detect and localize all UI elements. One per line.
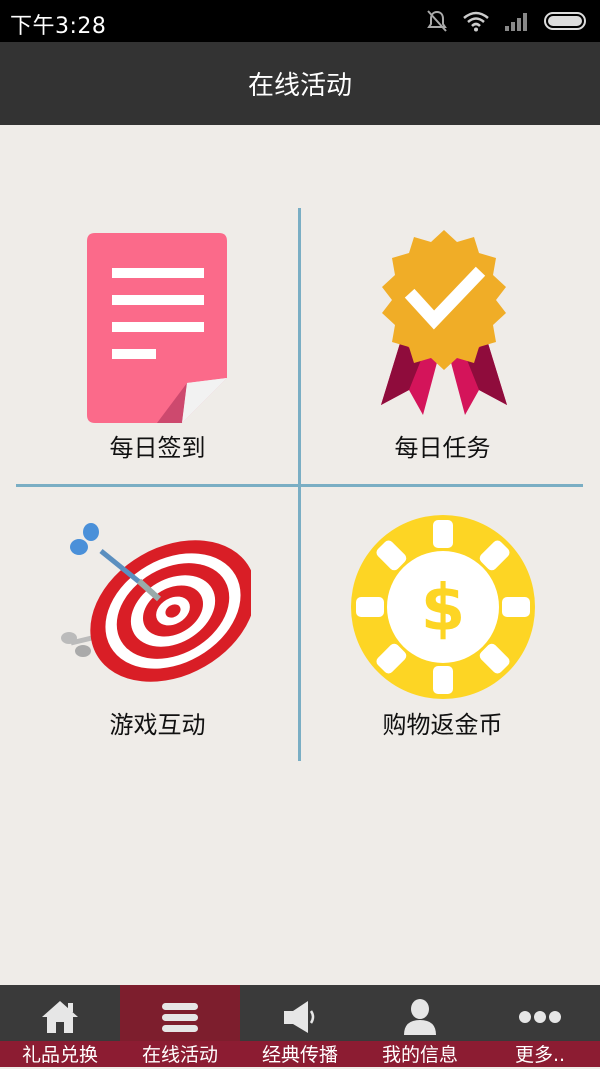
coin-icon: $: [350, 514, 536, 704]
more-icon: [518, 997, 562, 1037]
badge-check-icon: [371, 230, 517, 424]
app-bar: 在线活动: [0, 42, 600, 125]
tile-shopping-coins[interactable]: $ 购物返金币: [301, 487, 584, 763]
person-icon: [400, 997, 440, 1037]
tab-more[interactable]: 更多..: [480, 985, 600, 1067]
status-bar: 下午3:28: [0, 0, 600, 42]
dartboard-icon: [61, 523, 256, 687]
tab-label: 在线活动: [120, 1041, 240, 1067]
list-icon: [160, 997, 200, 1037]
tab-label: 我的信息: [360, 1041, 480, 1067]
tab-gift-exchange[interactable]: 礼品兑换: [0, 985, 120, 1067]
tile-label: 游戏互动: [109, 711, 206, 739]
page-title: 在线活动: [247, 71, 352, 101]
tile-label: 每日任务: [394, 434, 491, 462]
tab-label: 更多..: [480, 1041, 600, 1067]
tile-daily-signin[interactable]: 每日签到: [16, 208, 299, 484]
tab-label: 礼品兑换: [0, 1041, 120, 1067]
speaker-icon: [280, 997, 320, 1037]
tile-label: 购物返金币: [382, 711, 503, 739]
status-icons: [426, 8, 590, 34]
wifi-icon: [462, 10, 490, 32]
tab-label: 经典传播: [240, 1041, 360, 1067]
tile-label: 每日签到: [109, 434, 206, 462]
home-icon: [40, 997, 80, 1037]
activity-grid: 每日签到 每日任务 游戏互动 $ 购物返金币: [0, 125, 600, 985]
tile-game-interaction[interactable]: 游戏互动: [16, 487, 299, 763]
mute-icon: [426, 9, 448, 33]
signal-icon: [504, 10, 530, 32]
tile-daily-tasks[interactable]: 每日任务: [301, 208, 584, 484]
tab-classic-spread[interactable]: 经典传播: [240, 985, 360, 1067]
status-time: 下午3:28: [10, 14, 107, 39]
tab-online-activities[interactable]: 在线活动: [120, 985, 240, 1067]
battery-icon: [544, 11, 590, 31]
svg-text:$: $: [421, 572, 466, 646]
bottom-tab-bar: 礼品兑换 在线活动 经典传播 我的信息 更多..: [0, 985, 600, 1067]
document-icon: [87, 233, 229, 427]
tab-my-info[interactable]: 我的信息: [360, 985, 480, 1067]
